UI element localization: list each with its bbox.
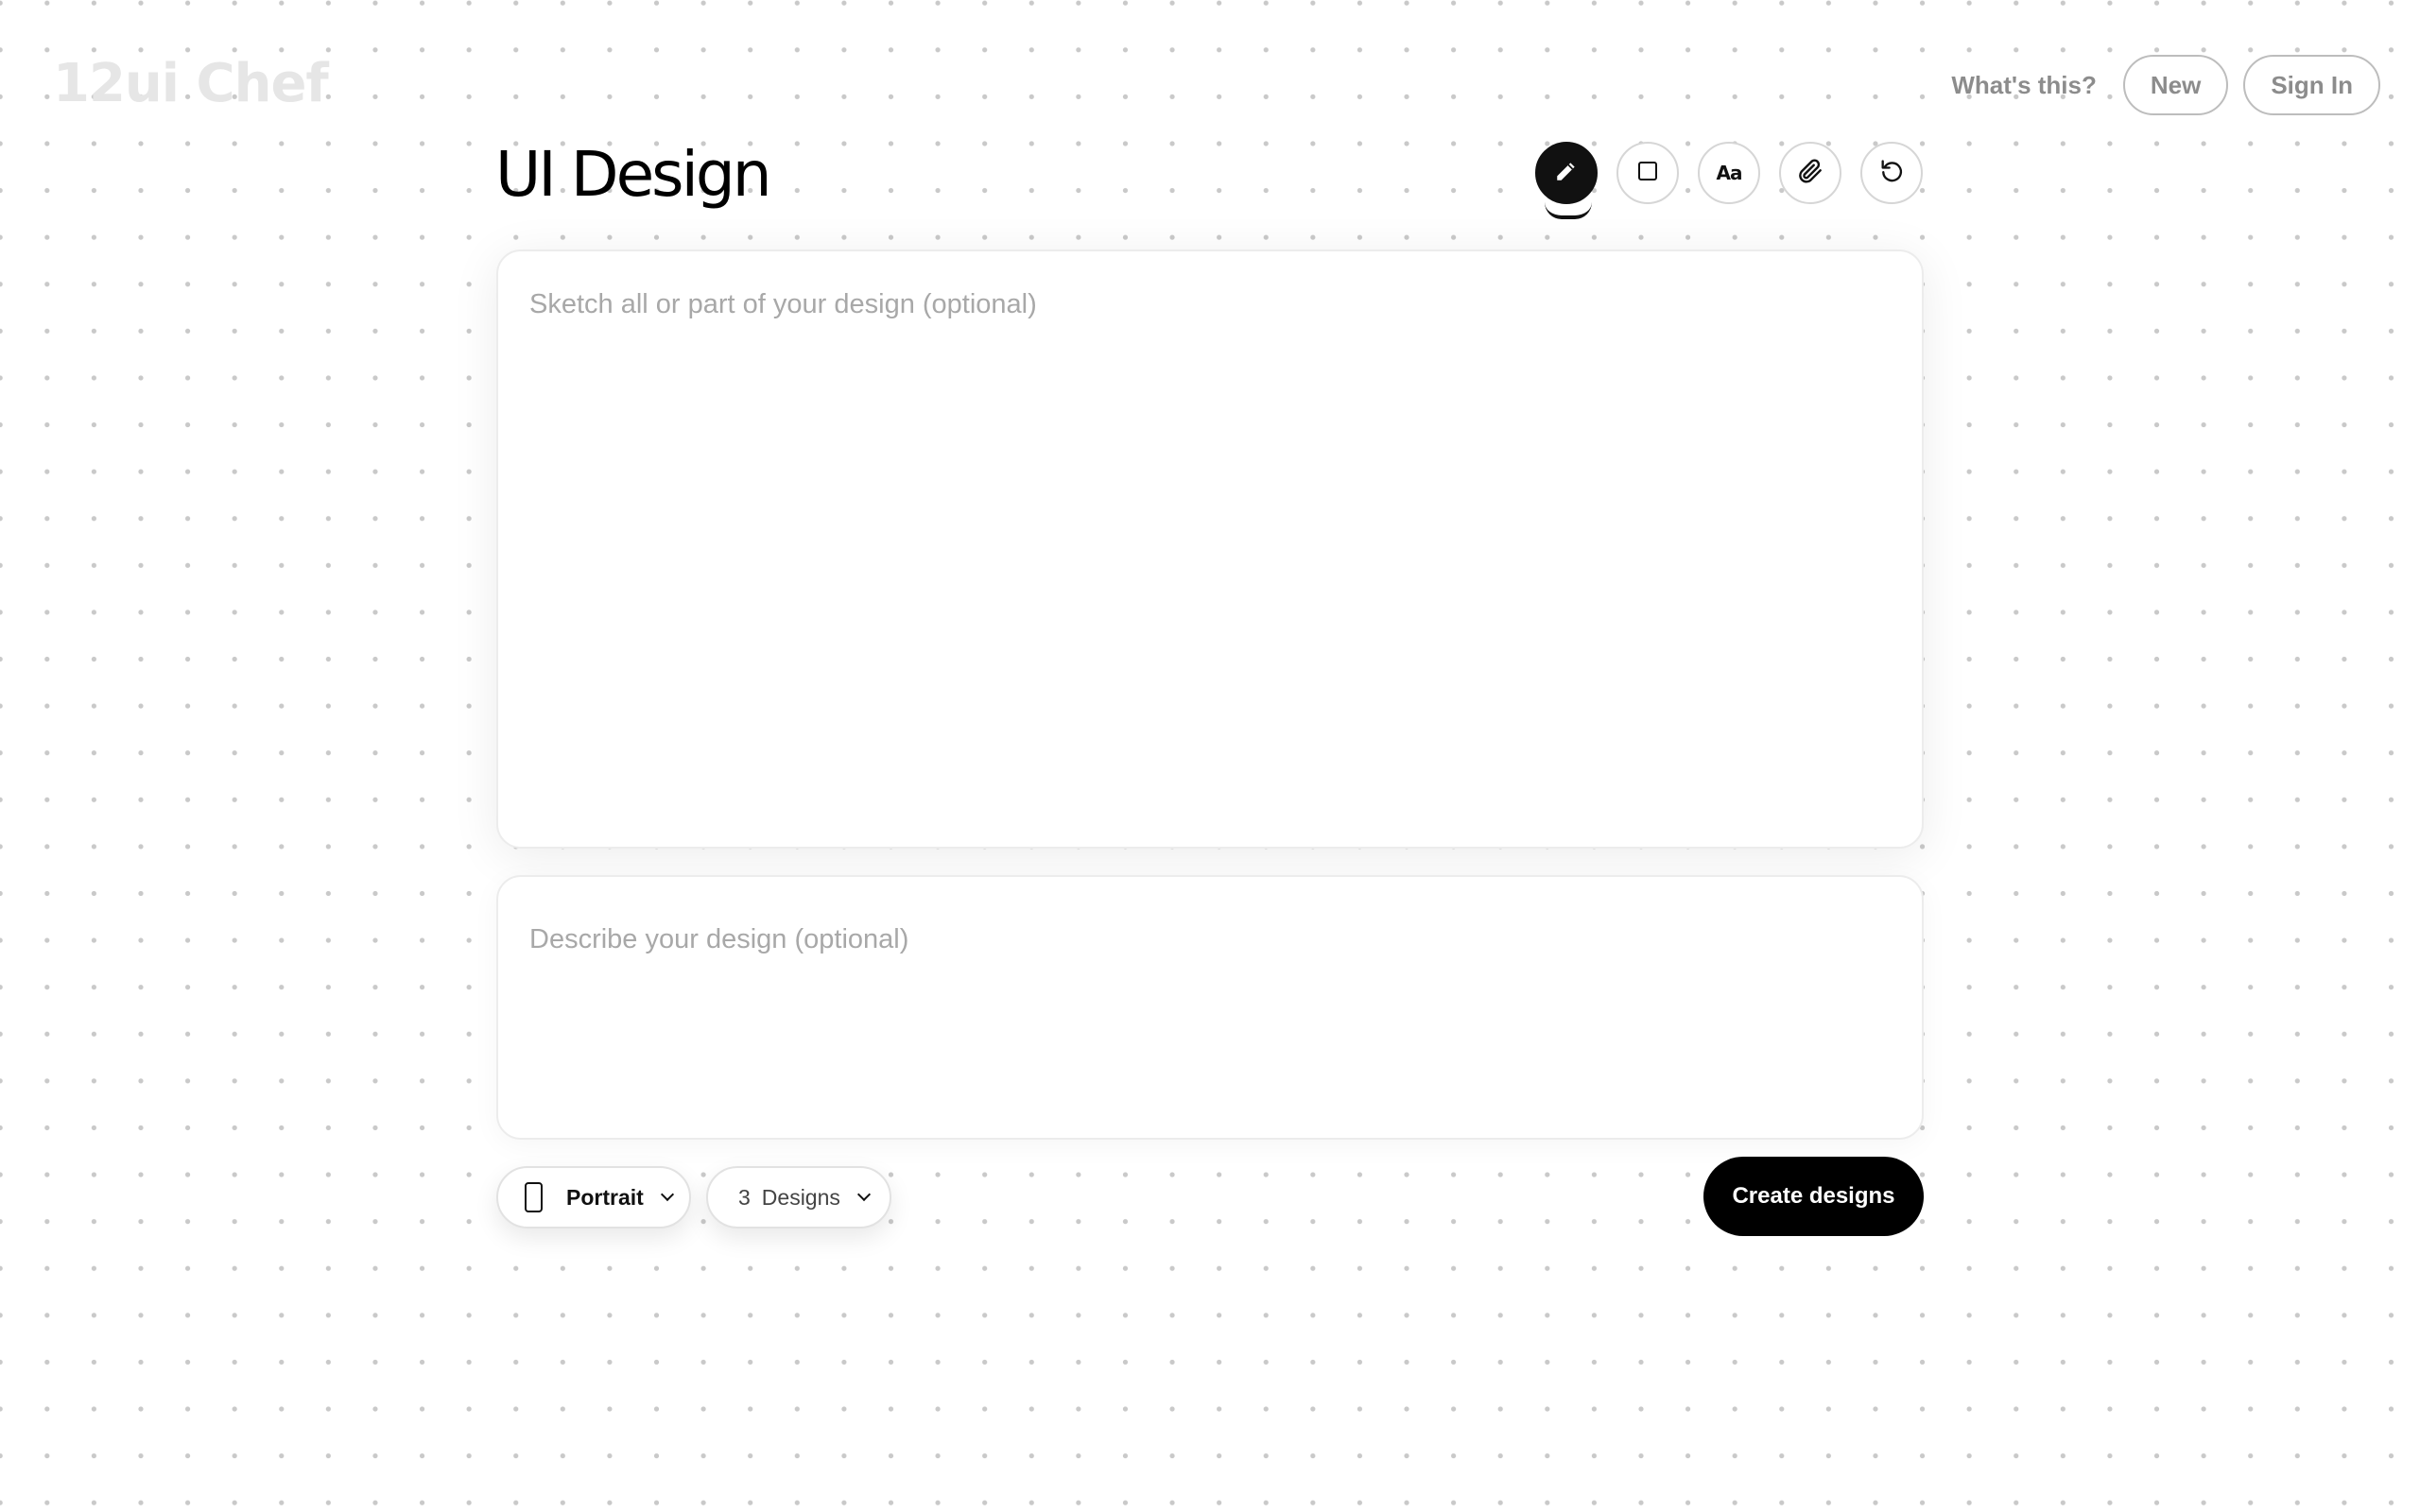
undo-button[interactable] [1860,142,1923,204]
brand-logo: 12ui Chef [53,53,329,114]
sketch-canvas[interactable]: Sketch all or part of your design (optio… [496,249,1924,849]
rectangle-tool-button[interactable] [1616,142,1679,204]
design-count-unit: Designs [761,1184,840,1210]
describe-placeholder: Describe your design (optional) [529,924,909,954]
pencil-icon [1554,159,1579,188]
pencil-tool-button[interactable] [1535,142,1598,219]
describe-textarea[interactable]: Describe your design (optional) [496,875,1924,1140]
top-nav: What's this? New Sign In [1951,55,2380,115]
sign-in-button[interactable]: Sign In [2243,55,2380,115]
design-controls: Portrait 3 Designs [496,1166,891,1228]
phone-portrait-icon [525,1182,543,1212]
whats-this-link[interactable]: What's this? [1951,71,2097,100]
attach-button[interactable] [1779,142,1841,204]
page-title: UI Design [495,138,772,211]
sketch-placeholder: Sketch all or part of your design (optio… [529,289,1037,319]
drawing-toolbar: Aa [1535,142,1923,219]
text-icon: Aa [1716,162,1743,184]
orientation-select[interactable]: Portrait [496,1166,691,1228]
text-tool-button[interactable]: Aa [1698,142,1760,204]
orientation-label: Portrait [566,1184,644,1210]
chevron-down-icon [660,1187,674,1202]
create-designs-button[interactable]: Create designs [1703,1157,1924,1236]
design-count-value: 3 [738,1184,751,1210]
design-count-select[interactable]: 3 Designs [706,1166,891,1228]
new-button[interactable]: New [2122,55,2229,115]
rectangle-icon [1636,160,1659,187]
chevron-down-icon [856,1187,871,1202]
undo-icon [1878,158,1905,189]
paperclip-icon [1795,156,1825,191]
